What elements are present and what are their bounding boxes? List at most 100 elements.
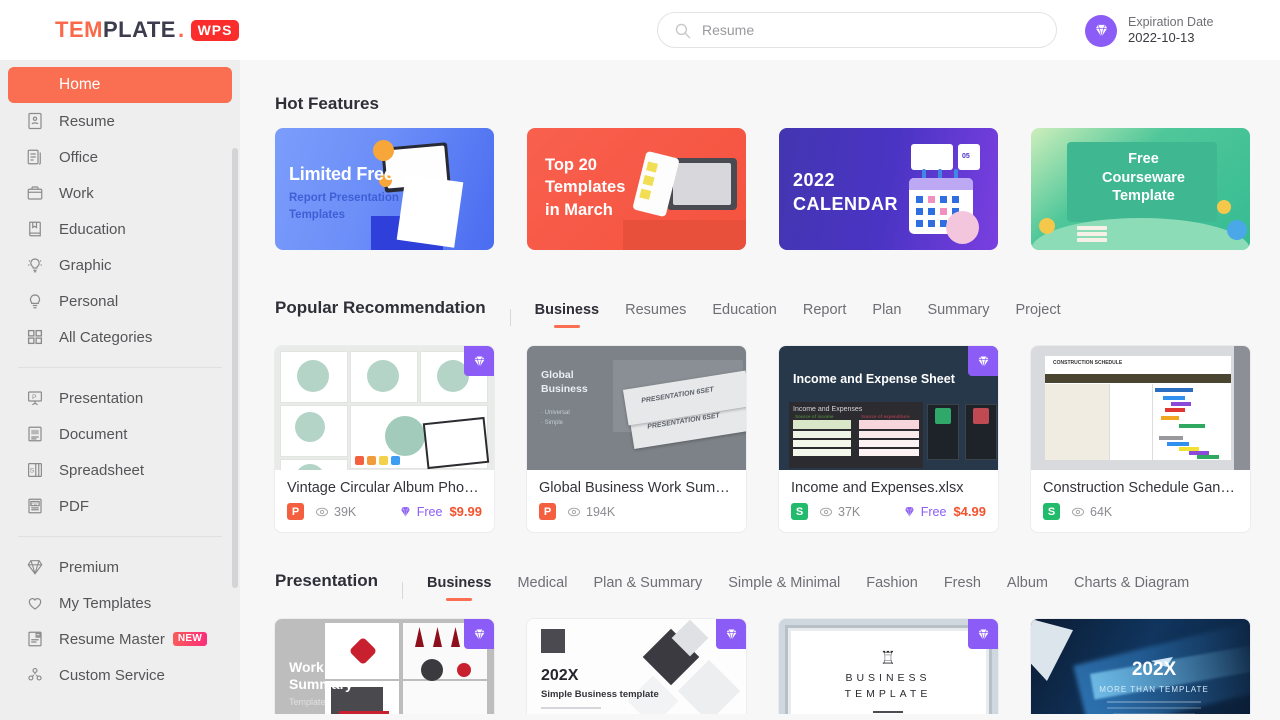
sidebar-item-education[interactable]: Education [8,211,232,247]
personal-icon [29,294,41,309]
sidebar-item-custom-service[interactable]: Custom Service [8,657,232,693]
diamond-icon [400,507,410,517]
sidebar-item-document[interactable]: Document [8,416,232,452]
users-icon [28,667,42,681]
tab-summary[interactable]: Summary [927,302,989,328]
document-icon [28,426,42,442]
sidebar-item-label: My Templates [59,594,152,612]
sidebar-item-premium[interactable]: Premium [8,549,232,585]
template-card[interactable]: 202X Simple Business template [527,619,746,720]
logo-part-3: PLATE [102,17,176,42]
tab-resumes[interactable]: Resumes [625,302,686,328]
logo-dot: . [177,17,185,42]
presentation-title: Presentation [275,571,378,590]
sidebar-item-label: Resume [59,112,115,130]
free-label: Free [416,504,443,519]
template-card[interactable]: PRESENTATION 6SET PRESENTATION 6SET Glob… [527,346,746,532]
thumb-panel-title: Income and Expenses [793,406,863,413]
template-thumbnail: Work Summary Template [275,619,494,720]
sidebar-item-pdf[interactable]: PDF PDF [8,488,232,524]
tab-report[interactable]: Report [803,302,847,328]
view-count: 64K [1071,505,1112,519]
eye-icon [315,507,329,516]
template-card[interactable]: Work Summary Template [275,619,494,720]
banner-free-courseware[interactable]: Free Courseware Template [1031,128,1250,250]
sidebar-item-personal[interactable]: Personal [8,283,232,319]
filetype-icon-xls: S [1043,503,1060,520]
tab-education[interactable]: Education [712,302,777,328]
sidebar-item-graphic[interactable]: Graphic [8,247,232,283]
thumb-subtitle: · Universal · Simple [541,410,570,427]
header-divider [401,582,403,599]
tab-medical[interactable]: Medical [517,575,567,601]
sidebar-item-my-templates[interactable]: My Templates [8,585,232,621]
template-card[interactable]: Income and Expenses Source of income Sou… [779,346,998,532]
hot-features-banner-row: Limited Free! Report Presentation Templa… [275,128,1250,250]
presentation-card-row: Work Summary Template 202X Simple Busine… [275,619,1250,720]
banner-title: Free Courseware Template [1101,151,1185,205]
tab-plan[interactable]: Plan [872,302,901,328]
view-count-value: 64K [1090,504,1113,519]
thumb-title: 202X [1131,659,1177,680]
sidebar-item-office[interactable]: Office [8,139,232,175]
template-card[interactable]: ♖ BUSINESS TEMPLATE [779,619,998,720]
thumb-title: Global Business [541,369,588,396]
heart-icon [28,598,42,610]
template-name: Construction Schedule Gantt ... [1043,480,1245,496]
thumb-title: 202X [541,667,579,684]
tab-business[interactable]: Business [535,302,599,328]
banner-title: Limited Free! [289,164,400,184]
banner-limited-free[interactable]: Limited Free! Report Presentation Templa… [275,128,494,250]
logo-wps-badge: WPS [190,19,240,41]
tab-fresh[interactable]: Fresh [944,575,981,601]
sidebar-item-resume-master[interactable]: Resume Master NEW [8,621,232,657]
vip-expiration[interactable]: Expiration Date 2022-10-13 [1085,14,1213,47]
search-bar[interactable] [657,12,1057,48]
banner-2022-calendar[interactable]: 05 2022 CALENDAR [779,128,998,250]
banner-subtitle: Report Presentation Templates [289,192,399,221]
tab-business[interactable]: Business [427,575,491,601]
template-card[interactable]: Vintage Circular Album Photo... P 39K Fr… [275,346,494,532]
sidebar-item-presentation[interactable]: P Presentation [8,380,232,416]
sidebar-item-label: Presentation [59,389,144,407]
sidebar-scrollbar-thumb[interactable] [232,148,238,588]
template-meta: S 37K Free $4.99 [779,496,998,532]
tab-charts-diagram[interactable]: Charts & Diagram [1074,575,1189,601]
app-logo[interactable]: T EM PLATE. WPS [55,17,240,43]
sidebar-item-label: Document [59,425,128,443]
banner-top-20-templates[interactable]: Top 20 Templates in March [527,128,746,250]
tab-fashion[interactable]: Fashion [866,575,918,601]
diamond-icon [27,560,43,575]
vip-badge [464,346,494,376]
tab-album[interactable]: Album [1007,575,1048,601]
hot-features-title: Hot Features [275,94,379,113]
sidebar: Home Resume Office Work Education Graphi… [0,60,240,720]
template-meta: S 64K [1031,496,1250,532]
vip-badge [968,346,998,376]
sidebar-item-spreadsheet[interactable]: S Spreadsheet [8,452,232,488]
content-bottom-edge [240,714,1280,720]
sidebar-item-label: PDF [59,497,89,515]
template-thumbnail: CONSTRUCTION SCHEDULE [1031,346,1250,470]
template-thumbnail [275,346,494,470]
sidebar-item-home[interactable]: Home [8,67,232,103]
price-label: $4.99 [953,504,986,519]
popular-card-row: Vintage Circular Album Photo... P 39K Fr… [275,346,1250,532]
tab-project[interactable]: Project [1015,302,1060,328]
template-card[interactable]: 202X MORE THAN TEMPLATE [1031,619,1250,720]
sidebar-item-work[interactable]: Work [8,175,232,211]
sidebar-item-resume[interactable]: Resume [8,103,232,139]
tab-plan-summary[interactable]: Plan & Summary [593,575,702,601]
sidebar-item-all-categories[interactable]: All Categories [8,319,232,355]
header-divider [509,309,511,326]
thumb-subtitle: MORE THAN TEMPLATE [1099,685,1209,694]
work-icon [27,186,43,200]
vip-text-block: Expiration Date 2022-10-13 [1128,14,1213,47]
thumb-col-2: Source of expenditure [861,414,910,419]
search-input[interactable] [702,22,1032,38]
tab-simple-minimal[interactable]: Simple & Minimal [728,575,840,601]
template-thumbnail: ♖ BUSINESS TEMPLATE [779,619,998,720]
expiration-label: Expiration Date [1128,15,1214,29]
expiration-date: 2022-10-13 [1128,30,1195,46]
template-card[interactable]: CONSTRUCTION SCHEDULE Construction Sched… [1031,346,1250,532]
